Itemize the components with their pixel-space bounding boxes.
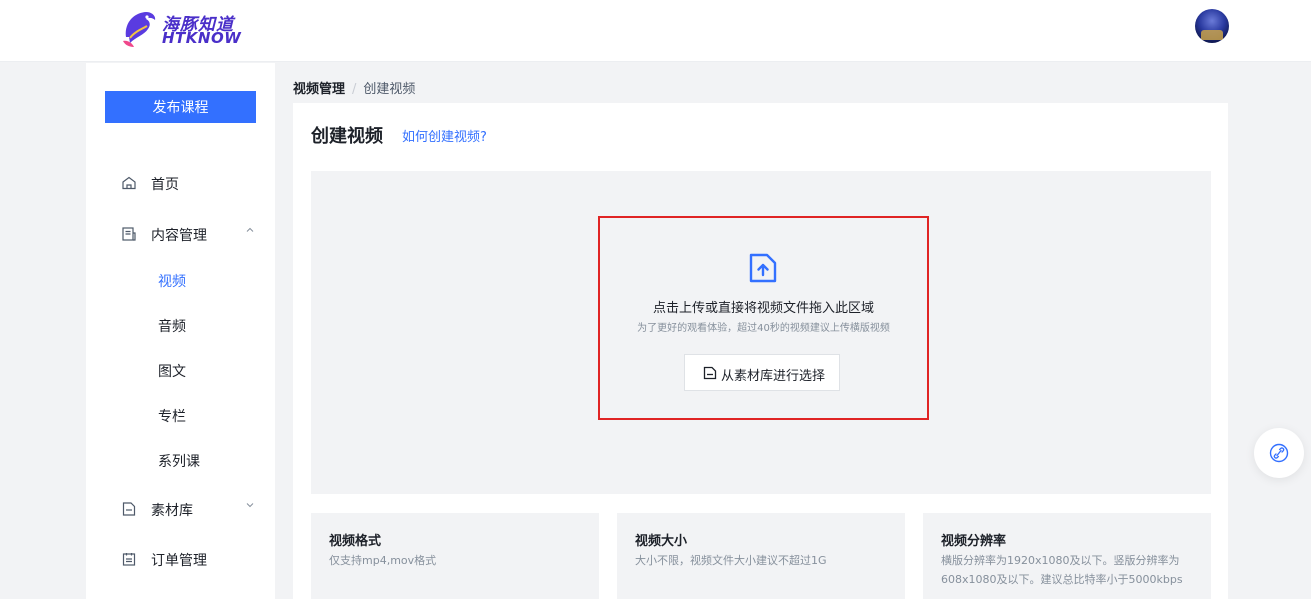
spec-card-size: 视频大小 大小不限，视频文件大小建议不超过1G bbox=[617, 513, 905, 599]
sidebar-subitem-audio[interactable]: 音频 bbox=[158, 316, 186, 336]
upload-primary-text: 点击上传或直接将视频文件拖入此区域 bbox=[652, 301, 874, 316]
chevron-down-icon bbox=[246, 503, 254, 508]
help-link[interactable]: 如何创建视频? bbox=[402, 126, 487, 145]
upload-drop-zone[interactable]: 点击上传或直接将视频文件拖入此区域 为了更好的观看体验，超过40秒的视频建议上传… bbox=[598, 216, 929, 420]
user-avatar[interactable] bbox=[1195, 9, 1229, 43]
sidebar-item-label: 素材库 bbox=[151, 503, 193, 519]
top-bar: 海豚知道 HTKNOW bbox=[0, 0, 1311, 62]
sidebar-item-label: 首页 bbox=[151, 177, 179, 193]
spec-title: 视频大小 bbox=[635, 534, 688, 549]
breadcrumb-separator: / bbox=[352, 82, 357, 97]
material-icon bbox=[122, 502, 136, 516]
sidebar-subitem-series[interactable]: 系列课 bbox=[158, 451, 200, 471]
upload-hint-text: 为了更好的观看体验，超过40秒的视频建议上传横版视频 bbox=[637, 323, 890, 334]
order-icon bbox=[122, 553, 136, 566]
sidebar-item-order-management[interactable]: 订单管理 bbox=[86, 547, 275, 571]
sidebar-subitem-article[interactable]: 图文 bbox=[158, 361, 186, 381]
chevron-up-icon bbox=[246, 227, 254, 232]
logo[interactable]: 海豚知道 HTKNOW bbox=[120, 7, 250, 49]
spec-card-format: 视频格式 仅支持mp4,mov格式 bbox=[311, 513, 599, 599]
upload-file-icon bbox=[749, 253, 777, 283]
library-file-icon bbox=[703, 366, 717, 380]
spec-title: 视频分辨率 bbox=[941, 534, 1007, 549]
sidebar-item-label: 订单管理 bbox=[151, 553, 207, 569]
select-from-library-label: 从素材库进行选择 bbox=[721, 369, 826, 384]
sidebar-item-home[interactable]: 首页 bbox=[86, 171, 275, 195]
page-title: 创建视频 bbox=[311, 126, 383, 147]
spec-desc: 大小不限，视频文件大小建议不超过1G bbox=[635, 554, 827, 567]
breadcrumb-current: 创建视频 bbox=[363, 82, 416, 97]
sidebar-item-label: 内容管理 bbox=[151, 228, 207, 244]
content-icon bbox=[122, 227, 136, 241]
spec-title: 视频格式 bbox=[329, 534, 382, 549]
link-icon bbox=[1269, 443, 1289, 463]
floating-link-button[interactable] bbox=[1254, 428, 1304, 478]
sidebar-subitem-column[interactable]: 专栏 bbox=[158, 406, 186, 426]
home-icon bbox=[122, 176, 136, 190]
publish-course-button[interactable]: 发布课程 bbox=[105, 91, 256, 123]
breadcrumb-parent[interactable]: 视频管理 bbox=[293, 82, 345, 97]
select-from-library-button[interactable]: 从素材库进行选择 bbox=[684, 354, 840, 391]
logo-text-en: HTKNOW bbox=[162, 29, 242, 47]
spec-card-resolution: 视频分辨率 横版分辨率为1920x1080及以下。竖版分辨率为608x1080及… bbox=[923, 513, 1211, 599]
dolphin-logo-icon bbox=[123, 12, 156, 47]
sidebar-subitem-video[interactable]: 视频 bbox=[158, 271, 186, 291]
breadcrumb: 视频管理 / 创建视频 bbox=[293, 78, 415, 97]
spec-desc: 仅支持mp4,mov格式 bbox=[329, 554, 437, 567]
main-card: 创建视频 如何创建视频? 点击上传或直接将视频文件拖入此区域 为了更好的观看体验… bbox=[293, 103, 1228, 599]
upload-area[interactable]: 点击上传或直接将视频文件拖入此区域 为了更好的观看体验，超过40秒的视频建议上传… bbox=[311, 171, 1211, 494]
sidebar: 发布课程 首页 内容管理 视频 音频 图文 专栏 系列课 素材库 订单管理 bbox=[86, 63, 275, 599]
sidebar-item-material-library[interactable]: 素材库 bbox=[86, 497, 275, 521]
sidebar-item-content-management[interactable]: 内容管理 bbox=[86, 222, 275, 246]
spec-desc: 横版分辨率为1920x1080及以下。竖版分辨率为608x1080及以下。建议总… bbox=[941, 554, 1183, 586]
